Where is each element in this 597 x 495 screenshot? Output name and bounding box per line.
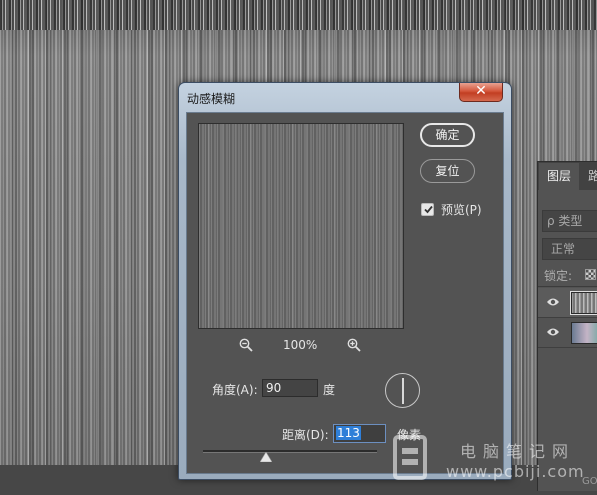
layer-row[interactable]: [538, 288, 597, 318]
distance-slider-thumb[interactable]: [260, 452, 272, 462]
distance-label: 距离(D):: [282, 428, 329, 442]
lock-label: 锁定:: [544, 269, 573, 283]
angle-label: 角度(A):: [212, 383, 258, 397]
layer-row[interactable]: [538, 318, 597, 348]
reset-button[interactable]: 复位: [420, 159, 475, 183]
dialog-title: 动感模糊: [187, 92, 236, 106]
distance-input[interactable]: 113: [333, 424, 386, 443]
watermark-url: www.pcbiji.com: [446, 462, 585, 481]
dialog-body: 100% 确定 复位 预览(P) 角度(A): 90 度 距离(D): 113 …: [186, 112, 504, 474]
watermark: 电脑笔记网 www.pcbiji.com: [386, 430, 597, 490]
preview-checkbox-label[interactable]: 预览(P): [441, 201, 482, 218]
filter-preview[interactable]: [198, 123, 404, 329]
distance-slider-track[interactable]: [203, 450, 377, 453]
blend-mode-select[interactable]: 正常: [542, 238, 597, 260]
lock-transparency-icon[interactable]: [585, 269, 596, 280]
angle-dial-needle[interactable]: [402, 378, 404, 404]
distance-value: 113: [336, 426, 361, 440]
watermark-logo-icon: [393, 435, 427, 480]
layer-filter-search[interactable]: ρ 类型: [542, 210, 597, 232]
tab-paths[interactable]: 路: [588, 163, 597, 190]
watermark-title: 电脑笔记网: [460, 442, 576, 461]
angle-unit: 度: [323, 383, 336, 397]
close-button[interactable]: ✕: [459, 83, 503, 102]
zoom-in-icon[interactable]: [347, 338, 361, 352]
layers-panel-tabs: 图层 路: [538, 162, 597, 190]
motion-blur-dialog: 动感模糊 ✕ 100% 确定 复位 预览(P) 角度(A): 90 度 距离(D…: [178, 82, 512, 480]
tab-layers[interactable]: 图层: [539, 163, 579, 190]
ok-button[interactable]: 确定: [420, 123, 475, 147]
preview-checkbox[interactable]: [421, 203, 434, 216]
eye-icon[interactable]: [546, 297, 560, 307]
layer-thumbnail: [571, 322, 597, 344]
zoom-level: 100%: [283, 338, 318, 352]
eye-icon[interactable]: [546, 327, 560, 337]
layer-thumbnail: [570, 291, 597, 315]
canvas-top-texture: [0, 0, 597, 30]
checkmark-icon: [424, 205, 433, 214]
panel-divider: [538, 286, 597, 287]
angle-input[interactable]: 90: [262, 379, 318, 397]
angle-dial[interactable]: [385, 373, 420, 408]
zoom-out-icon[interactable]: [239, 338, 253, 352]
